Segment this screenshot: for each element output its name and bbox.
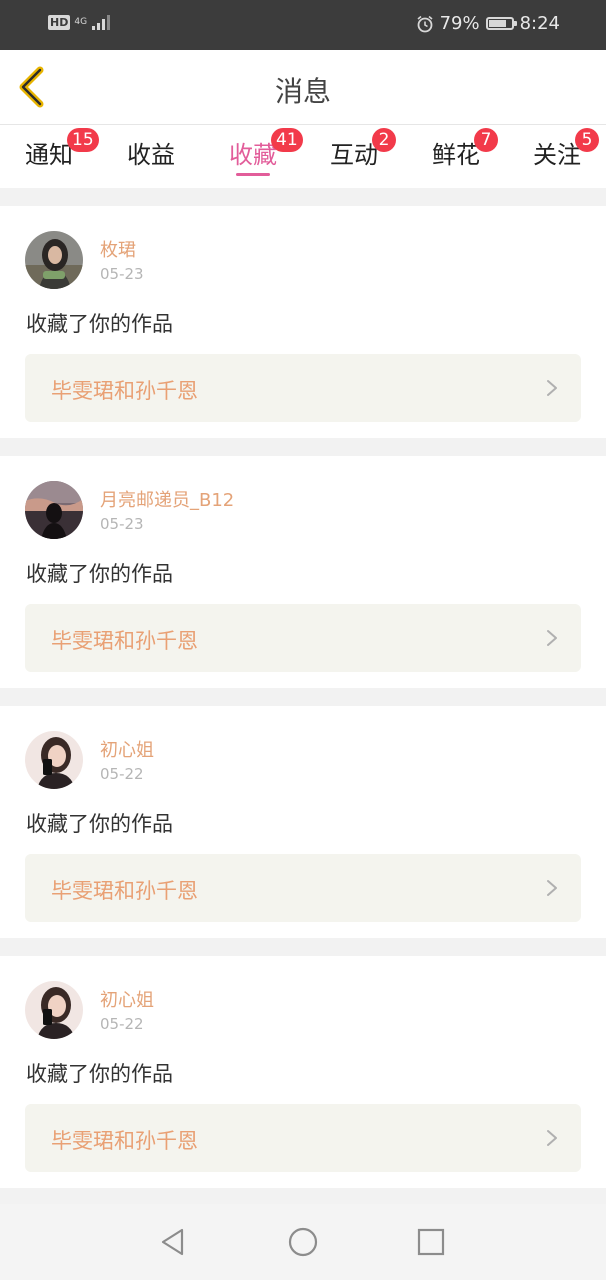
tab-label: 关注 [533, 141, 581, 169]
work-title: 毕雯珺和孙千恩 [51, 629, 198, 653]
hd-icon: HD [48, 14, 71, 30]
action-text: 收藏了你的作品 [26, 312, 173, 336]
avatar[interactable] [25, 731, 83, 789]
action-text: 收藏了你的作品 [26, 562, 173, 586]
list-item: 初心姐 05-22 收藏了你的作品 毕雯珺和孙千恩 [0, 706, 606, 938]
timestamp: 05-22 [100, 1015, 144, 1033]
username[interactable]: 初心姐 [100, 986, 154, 1012]
work-link[interactable]: 毕雯珺和孙千恩 [25, 354, 581, 422]
tab-bar: 通知 15 收益 收藏 41 互动 2 鲜花 7 关注 5 [0, 125, 606, 188]
timestamp: 05-23 [100, 265, 144, 283]
battery-icon [485, 17, 517, 30]
work-link[interactable]: 毕雯珺和孙千恩 [25, 604, 581, 672]
list-item: 初心姐 05-22 收藏了你的作品 毕雯珺和孙千恩 [0, 956, 606, 1188]
work-title: 毕雯珺和孙千恩 [51, 1129, 198, 1153]
tab-interactions[interactable]: 互动 2 [330, 128, 396, 185]
battery-percent: 79% [439, 13, 480, 34]
tab-favorites[interactable]: 收藏 41 [229, 128, 303, 185]
clock-time: 8:24 [519, 13, 560, 34]
unread-badge: 2 [372, 128, 396, 152]
list-item: 枚珺 05-23 收藏了你的作品 毕雯珺和孙千恩 [0, 206, 606, 438]
home-circle-icon[interactable] [287, 1226, 319, 1258]
status-left: HD 4G [48, 14, 113, 30]
timestamp: 05-22 [100, 765, 144, 783]
tab-follows[interactable]: 关注 5 [533, 128, 599, 185]
avatar[interactable] [25, 481, 83, 539]
tab-earnings[interactable]: 收益 [127, 135, 175, 185]
username[interactable]: 枚珺 [100, 236, 136, 262]
unread-badge: 5 [575, 128, 599, 152]
chevron-right-icon [547, 380, 557, 396]
active-tab-indicator [236, 173, 270, 176]
page-title: 消息 [274, 75, 331, 108]
work-title: 毕雯珺和孙千恩 [51, 879, 198, 903]
tab-label: 互动 [330, 141, 378, 169]
tab-label: 收益 [127, 141, 175, 169]
unread-badge: 15 [67, 128, 99, 152]
tab-label: 收藏 [229, 141, 277, 169]
system-nav-bar [0, 1204, 606, 1280]
timestamp: 05-23 [100, 515, 144, 533]
avatar[interactable] [25, 981, 83, 1039]
tab-label: 通知 [25, 141, 73, 169]
back-triangle-icon[interactable] [157, 1226, 189, 1258]
work-link[interactable]: 毕雯珺和孙千恩 [25, 1104, 581, 1172]
avatar[interactable] [25, 231, 83, 289]
unread-badge: 41 [271, 128, 303, 152]
chevron-right-icon [547, 880, 557, 896]
action-text: 收藏了你的作品 [26, 1062, 173, 1086]
username[interactable]: 初心姐 [100, 736, 154, 762]
tab-notifications[interactable]: 通知 15 [25, 128, 99, 185]
signal-icon [92, 15, 111, 30]
chevron-right-icon [547, 630, 557, 646]
status-right: 79% 8:24 [416, 13, 560, 34]
battery-fill [488, 20, 506, 27]
recents-square-icon[interactable] [415, 1226, 447, 1258]
network-type: 4G [74, 16, 88, 27]
alarm-icon [417, 15, 433, 32]
work-title: 毕雯珺和孙千恩 [51, 379, 198, 403]
unread-badge: 7 [474, 128, 498, 152]
action-text: 收藏了你的作品 [26, 812, 173, 836]
username[interactable]: 月亮邮递员_B12 [100, 486, 234, 512]
tab-label: 鲜花 [432, 141, 480, 169]
status-bar: HD 4G 79% 8:24 [0, 0, 606, 50]
chevron-right-icon [547, 1130, 557, 1146]
header: 消息 [0, 50, 606, 125]
work-link[interactable]: 毕雯珺和孙千恩 [25, 854, 581, 922]
tab-flowers[interactable]: 鲜花 7 [432, 128, 498, 185]
list-item: 月亮邮递员_B12 05-23 收藏了你的作品 毕雯珺和孙千恩 [0, 456, 606, 688]
